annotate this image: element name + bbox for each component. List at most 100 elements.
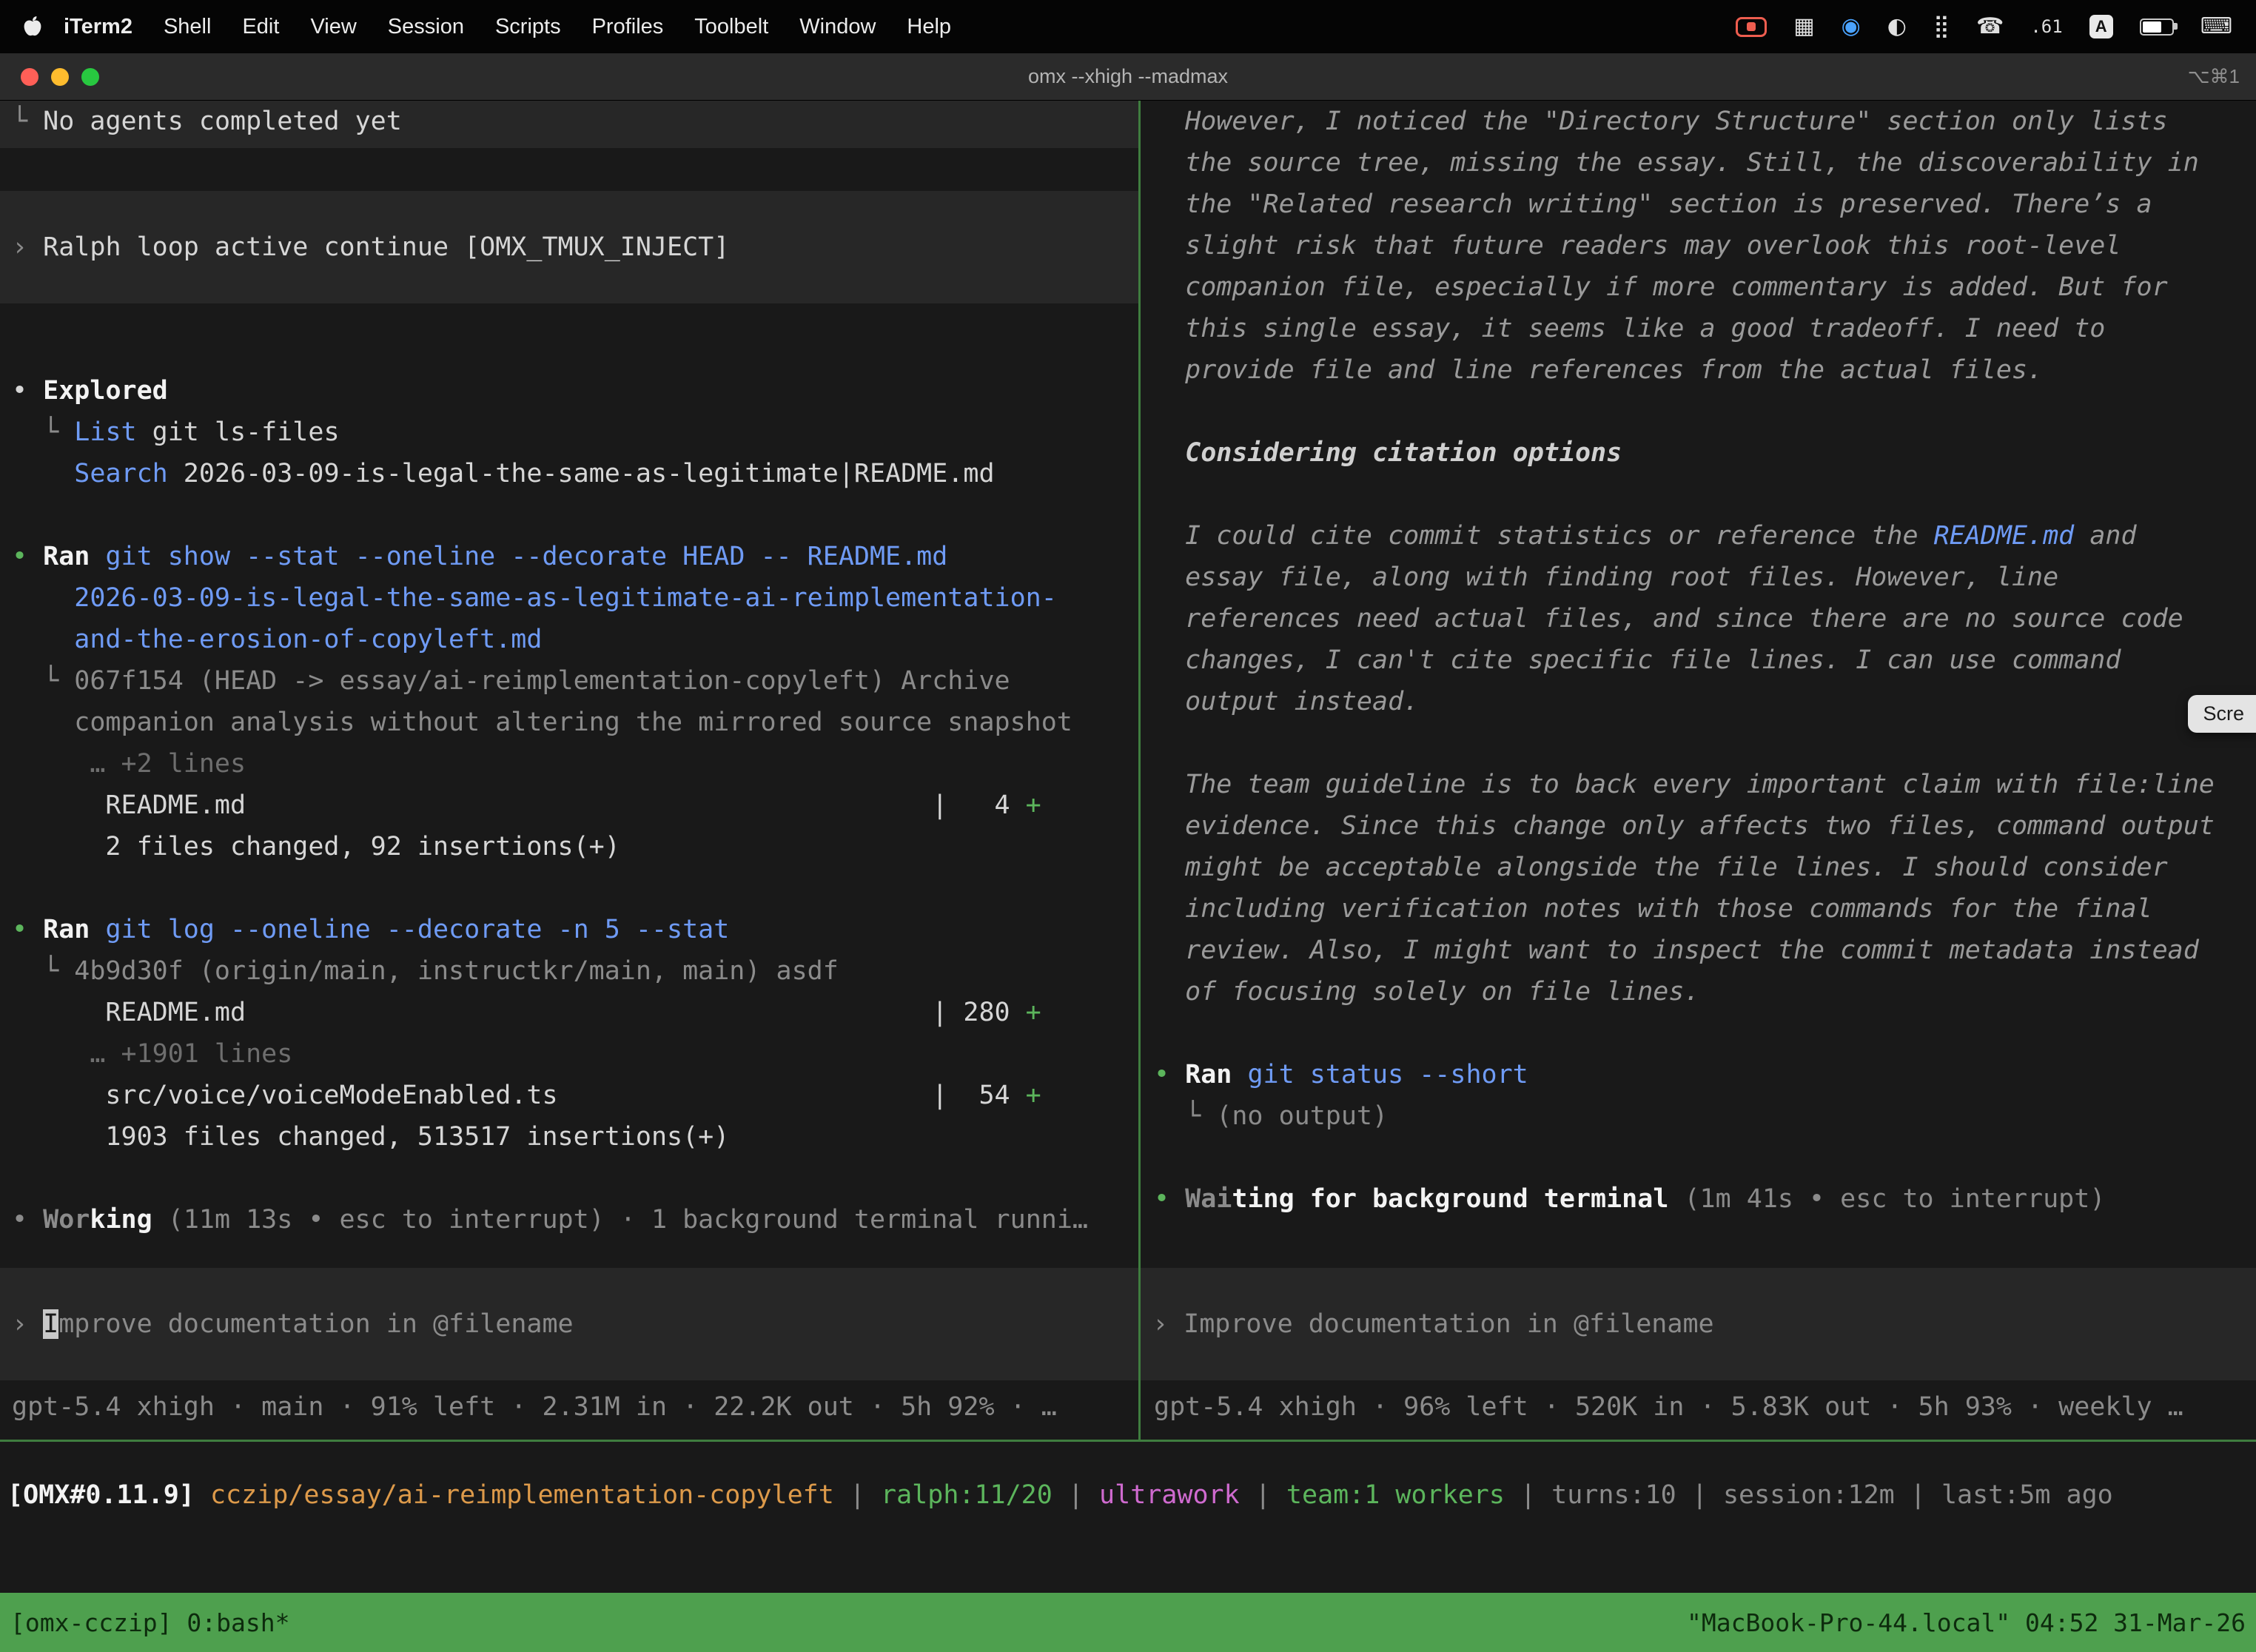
terminal-line: └ 067f154 (HEAD -> essay/ai-reimplementa…: [12, 660, 1138, 702]
terminal-line: output instead.: [1154, 681, 2256, 722]
terminal-line: including verification notes with those …: [1154, 888, 2256, 930]
left-prompt-input[interactable]: › Improve documentation in @filename: [0, 1268, 1138, 1380]
apple-menu-icon[interactable]: [22, 15, 42, 38]
terminal-line: … +2 lines: [12, 743, 1138, 785]
menu-view[interactable]: View: [295, 15, 372, 39]
tmux-host-clock: "MacBook-Pro-44.local" 04:52 31-Mar-26: [1687, 1608, 2246, 1637]
keyboard-icon[interactable]: ⌨: [2200, 16, 2232, 38]
terminal-line: references need actual files, and since …: [1154, 598, 2256, 639]
zoom-button[interactable]: [81, 68, 99, 86]
menu-shell[interactable]: Shell: [148, 15, 227, 39]
terminal-line: and-the-erosion-of-copyleft.md: [12, 619, 1138, 660]
terminal-line: • Waiting for background terminal (1m 41…: [1154, 1178, 2256, 1220]
terminal-line: review. Also, I might want to inspect th…: [1154, 930, 2256, 971]
window-title-bar[interactable]: omx --xhigh --madmax ⌥⌘1: [0, 53, 2256, 101]
terminal-line: companion analysis without altering the …: [12, 702, 1138, 743]
terminal-line: I could cite commit statistics or refere…: [1154, 515, 2256, 557]
right-prompt-line: › Improve documentation in @filename: [1152, 1303, 1714, 1345]
right-prompt-input[interactable]: › Improve documentation in @filename: [1141, 1268, 2256, 1380]
battery-percent-text[interactable]: .61: [2030, 16, 2062, 37]
tmux-session-label: [omx-cczip] 0:bash*: [10, 1608, 290, 1637]
terminal-line: The team guideline is to back every impo…: [1154, 764, 2256, 805]
menu-items: iTerm2ShellEditViewSessionScriptsProfile…: [48, 15, 967, 39]
terminal-line: [1154, 722, 2256, 764]
right-transcript: However, I noticed the "Directory Struct…: [1154, 101, 2256, 1220]
terminal-line: [12, 494, 1138, 536]
agents-status-box: └ No agents completed yet: [0, 101, 1138, 148]
terminal-line: slight risk that future readers may over…: [1154, 225, 2256, 266]
left-model-status: gpt-5.4 xhigh · main · 91% left · 2.31M …: [12, 1386, 1057, 1428]
terminal-line: • Working (11m 13s • esc to interrupt) ·…: [12, 1199, 1138, 1240]
terminal-line: [1154, 1013, 2256, 1054]
terminal-line: provide file and line references from th…: [1154, 349, 2256, 391]
menu-profiles[interactable]: Profiles: [577, 15, 679, 39]
terminal-line: However, I noticed the "Directory Struct…: [1154, 101, 2256, 142]
horizontal-divider: [0, 1440, 2256, 1442]
terminal-window: └ No agents completed yet › Ralph loop a…: [0, 101, 2256, 1593]
menu-edit[interactable]: Edit: [226, 15, 295, 39]
screen: iTerm2ShellEditViewSessionScriptsProfile…: [0, 0, 2256, 1652]
terminal-line: Considering citation options: [1154, 432, 2256, 474]
menu-scripts[interactable]: Scripts: [480, 15, 577, 39]
terminal-line: the source tree, missing the essay. Stil…: [1154, 142, 2256, 184]
window-grid-icon[interactable]: ▦: [1793, 16, 1814, 38]
terminal-line: companion file, especially if more comme…: [1154, 266, 2256, 308]
agents-status-line: └ No agents completed yet: [12, 101, 1138, 142]
terminal-line: the "Related research writing" section i…: [1154, 184, 2256, 225]
terminal-line: [12, 867, 1138, 909]
left-transcript: • Explored └ List git ls-files Search 20…: [12, 370, 1138, 1240]
left-agent-pane[interactable]: └ No agents completed yet › Ralph loop a…: [0, 101, 1138, 1440]
terminal-line: 2026-03-09-is-legal-the-same-as-legitima…: [12, 577, 1138, 619]
terminal-line: evidence. Since this change only affects…: [1154, 805, 2256, 847]
window-title: omx --xhigh --madmax: [0, 65, 2256, 88]
menu-iterm2[interactable]: iTerm2: [48, 15, 148, 39]
terminal-line: might be acceptable alongside the file l…: [1154, 847, 2256, 888]
omx-status-bar: [OMX#0.11.9] cczip/essay/ai-reimplementa…: [7, 1474, 2113, 1516]
right-agent-pane[interactable]: However, I noticed the "Directory Struct…: [1141, 101, 2256, 1440]
traffic-lights: [21, 68, 99, 86]
phone-icon[interactable]: ☎: [1976, 16, 2004, 38]
terminal-line: • Ran git show --stat --oneline --decora…: [12, 536, 1138, 577]
menubar-status-icons: ▦ ◉ ◐ ⣿ ☎ .61 A ⌨: [1736, 15, 2237, 38]
terminal-line: essay file, along with finding root file…: [1154, 557, 2256, 598]
droplet-icon[interactable]: ◉: [1842, 16, 1861, 38]
terminal-line: 1903 files changed, 513517 insertions(+): [12, 1116, 1138, 1158]
terminal-line: Search 2026-03-09-is-legal-the-same-as-l…: [12, 453, 1138, 494]
battery-icon[interactable]: [2140, 19, 2174, 36]
screen-share-tooltip: Scre: [2188, 695, 2256, 733]
terminal-line: [1154, 474, 2256, 515]
terminal-line: └ List git ls-files: [12, 412, 1138, 453]
terminal-line: • Ran git log --oneline --decorate -n 5 …: [12, 909, 1138, 950]
terminal-line: [12, 1158, 1138, 1199]
terminal-line: README.md | 4 +: [12, 785, 1138, 826]
apps-grid-icon[interactable]: ⣿: [1933, 16, 1950, 38]
terminal-line: • Ran git status --short: [1154, 1054, 2256, 1095]
left-prompt-line: › Improve documentation in @filename: [12, 1303, 574, 1345]
menu-window[interactable]: Window: [784, 15, 891, 39]
macos-menu-bar: iTerm2ShellEditViewSessionScriptsProfile…: [0, 0, 2256, 53]
terminal-line: [1154, 1137, 2256, 1178]
screen-recording-icon[interactable]: [1736, 17, 1767, 37]
terminal-line: [1154, 391, 2256, 432]
terminal-line: • Explored: [12, 370, 1138, 412]
ralph-inject-banner: › Ralph loop active continue [OMX_TMUX_I…: [0, 191, 1138, 303]
right-model-status: gpt-5.4 xhigh · 96% left · 520K in · 5.8…: [1154, 1386, 2183, 1428]
terminal-line: this single essay, it seems like a good …: [1154, 308, 2256, 349]
terminal-line: 2 files changed, 92 insertions(+): [12, 826, 1138, 867]
terminal-line: … +1901 lines: [12, 1033, 1138, 1075]
close-button[interactable]: [21, 68, 38, 86]
ralph-banner-line: › Ralph loop active continue [OMX_TMUX_I…: [12, 226, 729, 268]
minimize-button[interactable]: [51, 68, 69, 86]
tmux-panes: └ No agents completed yet › Ralph loop a…: [0, 101, 2256, 1440]
input-source-icon[interactable]: A: [2089, 15, 2113, 38]
menu-session[interactable]: Session: [372, 15, 480, 39]
menu-help[interactable]: Help: [891, 15, 967, 39]
tmux-status-bar: [omx-cczip] 0:bash* "MacBook-Pro-44.loca…: [0, 1593, 2256, 1652]
terminal-line: of focusing solely on file lines.: [1154, 971, 2256, 1013]
window-shortcut-badge: ⌥⌘1: [2188, 65, 2240, 88]
terminal-line: └ 4b9d30f (origin/main, instructkr/main,…: [12, 950, 1138, 992]
media-icon[interactable]: ◐: [1887, 16, 1907, 38]
menu-toolbelt[interactable]: Toolbelt: [679, 15, 784, 39]
terminal-line: changes, I can't cite specific file line…: [1154, 639, 2256, 681]
terminal-line: src/voice/voiceModeEnabled.ts | 54 +: [12, 1075, 1138, 1116]
